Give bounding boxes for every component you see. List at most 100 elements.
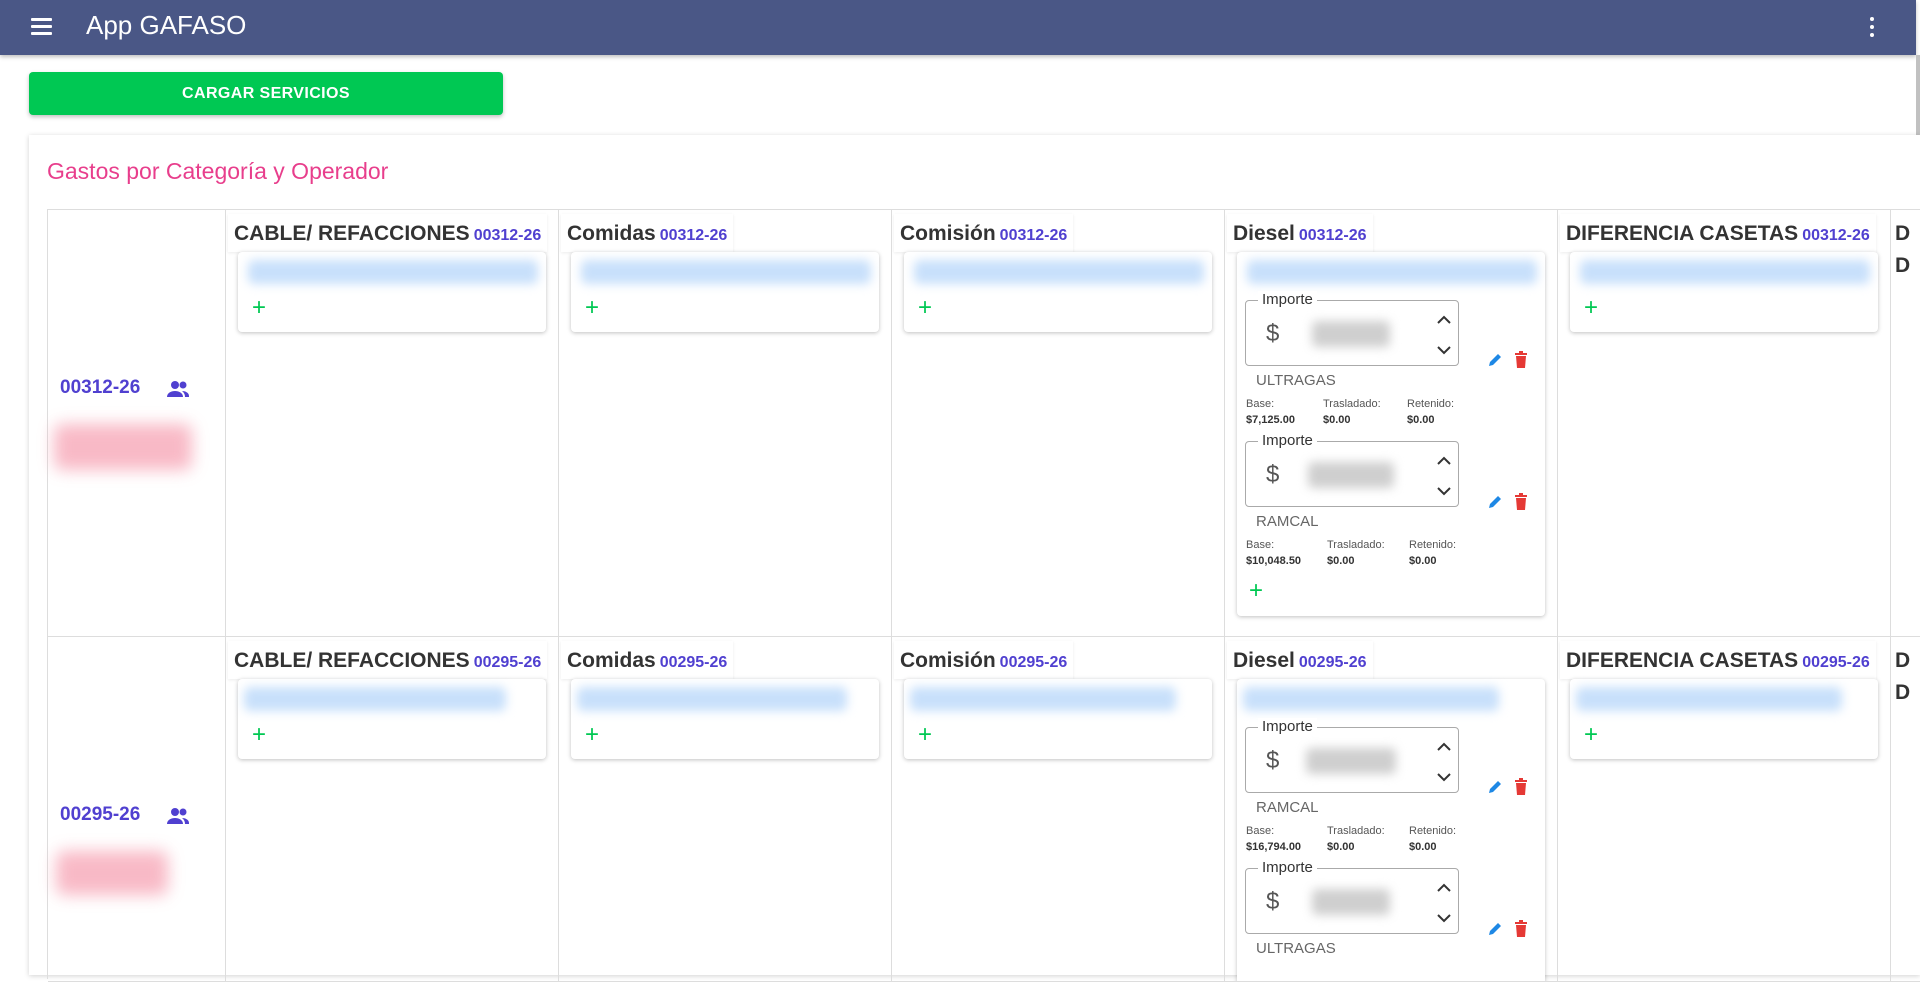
redacted-text [1243, 687, 1499, 711]
plus-icon[interactable]: + [1249, 579, 1263, 603]
category-card: + [1570, 252, 1878, 332]
pencil-icon[interactable] [1487, 921, 1503, 939]
redacted-text [244, 687, 506, 711]
category-header: Comisión 00295-26 [894, 641, 1074, 679]
trasladado-value: $0.00 [1327, 555, 1355, 567]
category-code: 00312-26 [1298, 227, 1367, 244]
currency-symbol: $ [1266, 320, 1280, 347]
chevron-down-icon[interactable] [1436, 772, 1452, 784]
redacted-value [1306, 748, 1396, 774]
clipped-letter: D [1895, 222, 1911, 245]
importe-field[interactable]: Importe $ [1245, 432, 1459, 507]
clipped-letter: D [1895, 649, 1911, 672]
clipped-category-cell: D D [1891, 637, 1920, 982]
plus-icon[interactable]: + [918, 723, 932, 747]
plus-icon[interactable]: + [1584, 723, 1598, 747]
category-code: 00295-26 [1802, 654, 1870, 671]
currency-symbol: $ [1266, 888, 1280, 915]
category-header: Comidas 00312-26 [561, 214, 734, 252]
importe-label: Importe [1258, 432, 1317, 449]
category-name: CABLE/ REFACCIONES [234, 222, 470, 245]
vendor-name: RAMCAL [1256, 513, 1319, 530]
category-code: 00295-26 [473, 654, 542, 671]
base-label: Base: [1246, 398, 1275, 410]
trash-icon[interactable] [1513, 778, 1529, 796]
category-card: + [904, 679, 1212, 759]
category-header: DIFERENCIA CASETAS 00295-26 [1560, 641, 1876, 679]
group-icon[interactable] [166, 380, 190, 398]
importe-field[interactable]: Importe $ [1245, 291, 1459, 366]
category-name: Comisión [900, 222, 996, 245]
plus-icon[interactable]: + [252, 296, 266, 320]
operator-id[interactable]: 00312-26 [60, 377, 140, 399]
vendor-name: RAMCAL [1256, 799, 1319, 816]
operator-id[interactable]: 00295-26 [60, 804, 140, 826]
redacted-text [910, 687, 1176, 711]
retenido-label: Retenido: [1409, 539, 1457, 551]
plus-icon[interactable]: + [252, 723, 266, 747]
chevron-up-icon[interactable] [1436, 740, 1452, 752]
trasladado-value: $0.00 [1327, 841, 1355, 853]
redacted-value [1308, 462, 1394, 488]
category-card: Importe $ ULTRAGAS Base: Trasladado: Ret… [1237, 252, 1545, 616]
category-name: Comidas [567, 222, 656, 245]
category-cell: DIFERENCIA CASETAS 00295-26 + [1558, 637, 1891, 982]
category-code: 00312-26 [659, 227, 728, 244]
chevron-up-icon[interactable] [1436, 454, 1452, 466]
clipped-letter: D [1895, 254, 1911, 277]
pencil-icon[interactable] [1487, 494, 1503, 512]
app-title: App GAFASO [86, 10, 247, 40]
base-label: Base: [1246, 825, 1275, 837]
chevron-down-icon[interactable] [1436, 345, 1452, 357]
importe-field[interactable]: Importe $ [1245, 859, 1459, 934]
redacted-text [1247, 260, 1537, 284]
plus-icon[interactable]: + [585, 296, 599, 320]
chevron-down-icon[interactable] [1436, 913, 1452, 925]
base-label: Base: [1246, 539, 1275, 551]
vendor-name: ULTRAGAS [1256, 940, 1336, 957]
group-icon[interactable] [166, 807, 190, 825]
trash-icon[interactable] [1513, 920, 1529, 938]
category-name: Comidas [567, 649, 656, 672]
chevron-up-icon[interactable] [1436, 881, 1452, 893]
plus-icon[interactable]: + [1584, 296, 1598, 320]
more-vert-icon[interactable] [1864, 15, 1880, 39]
category-name: Diesel [1233, 222, 1295, 245]
category-name: DIFERENCIA CASETAS [1566, 649, 1799, 672]
base-value: $7,125.00 [1246, 414, 1295, 426]
plus-icon[interactable]: + [918, 296, 932, 320]
importe-label: Importe [1258, 718, 1317, 735]
chevron-down-icon[interactable] [1436, 486, 1452, 498]
redacted-text [914, 260, 1204, 284]
chevron-up-icon[interactable] [1436, 313, 1452, 325]
redacted-value [1312, 321, 1390, 347]
trasladado-label: Trasladado: [1327, 539, 1385, 551]
pencil-icon[interactable] [1487, 352, 1503, 370]
clipped-letter: D [1895, 681, 1911, 704]
plus-icon[interactable]: + [585, 723, 599, 747]
category-header: Comisión 00312-26 [894, 214, 1074, 252]
retenido-value: $0.00 [1409, 841, 1437, 853]
operator-name-redacted [54, 424, 192, 470]
category-cell-diesel: Diesel 00312-26 Importe $ ULTRAGAS Base: … [1225, 210, 1558, 637]
category-code: 00295-26 [999, 654, 1068, 671]
menu-icon[interactable] [29, 16, 57, 38]
cargar-servicios-button[interactable]: CARGAR SERVICIOS [29, 72, 503, 115]
category-cell: CABLE/ REFACCIONES 00295-26 + [226, 637, 559, 982]
category-cell: CABLE/ REFACCIONES 00312-26 + [226, 210, 559, 637]
clipped-category-cell: D D [1891, 210, 1920, 637]
trash-icon[interactable] [1513, 351, 1529, 369]
category-card: + [904, 252, 1212, 332]
operator-cell: 00295-26 [48, 637, 226, 982]
currency-symbol: $ [1266, 747, 1280, 774]
category-card: Importe $ RAMCAL Base: Trasladado: Reten… [1237, 679, 1545, 981]
importe-field[interactable]: Importe $ [1245, 718, 1459, 793]
currency-symbol: $ [1266, 461, 1280, 488]
category-card: + [238, 252, 546, 332]
base-value: $16,794.00 [1246, 841, 1302, 853]
category-card: + [238, 679, 546, 759]
trash-icon[interactable] [1513, 493, 1529, 511]
category-header: Diesel 00312-26 [1227, 214, 1373, 252]
category-cell: Comisión 00312-26 + [892, 210, 1225, 637]
pencil-icon[interactable] [1487, 779, 1503, 797]
